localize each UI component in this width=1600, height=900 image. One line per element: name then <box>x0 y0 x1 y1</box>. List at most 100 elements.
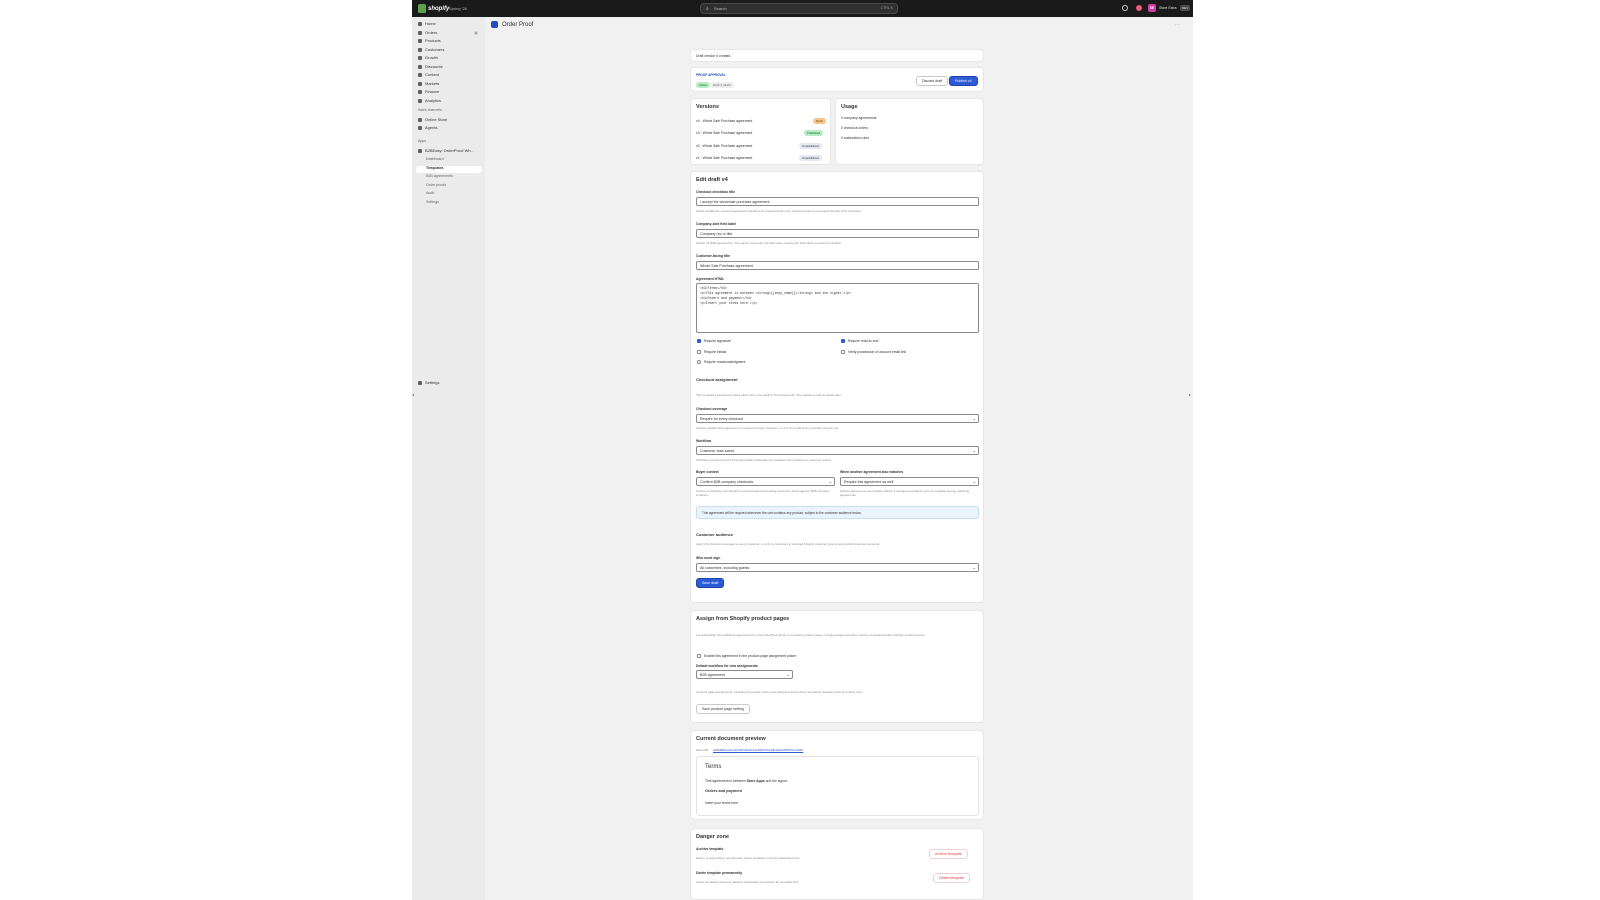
usage-line: 0 automation rules <box>841 136 869 140</box>
workflow-select[interactable]: Customer auto-saved ⌄ <box>696 446 979 455</box>
chevron-down-icon: ⌄ <box>972 479 976 484</box>
version-status-badge: Published <box>804 130 824 136</box>
version-row-v4[interactable]: v4 · Whole Sale Purchase agreement <box>696 119 752 123</box>
enable-picker-checkbox[interactable] <box>697 654 701 658</box>
search-shortcut: CTRL K <box>880 6 893 10</box>
brand-name: shopify <box>428 5 450 12</box>
sidebar-item-customers[interactable]: Customers <box>418 47 444 52</box>
app-subitem-audit[interactable]: Audit <box>426 191 434 195</box>
sales-channels-label[interactable]: Sales channels <box>418 108 442 112</box>
status-badge: Active <box>696 82 711 88</box>
sidebar-item-label: B2BEasy: OrderProof Wh... <box>425 148 474 153</box>
require-read-to-end-checkbox[interactable] <box>841 339 845 343</box>
sidebar-item-orders[interactable]: Orders 3 <box>418 30 478 35</box>
customer-title-input[interactable]: Whole Sale Purchase agreement <box>696 261 979 270</box>
notification-bell-icon[interactable] <box>1136 5 1142 11</box>
default-workflow-select[interactable]: B2B agreement ⌄ <box>696 670 793 679</box>
sidebar-item-agents[interactable]: Agents <box>418 125 437 130</box>
who-must-sign-select[interactable]: All customers, including guests ⌄ <box>696 563 979 572</box>
buyer-context-value: Confirm B2B company checkouts <box>700 480 754 484</box>
delete-template-button[interactable]: Delete template <box>933 873 971 883</box>
save-draft-button[interactable]: Save draft <box>696 578 725 588</box>
other-agreement-select[interactable]: Require this agreement as well ⌄ <box>840 477 979 486</box>
app-subitem-order-proofs[interactable]: Order proofs <box>426 183 446 187</box>
buyer-context-select[interactable]: Confirm B2B company checkouts ⌄ <box>696 477 835 486</box>
app-subitem-templates[interactable]: Templates <box>426 166 444 170</box>
save-product-page-setting-button[interactable]: Save product page setting <box>696 704 750 714</box>
search-input[interactable]: ⌕ Search CTRL K <box>700 3 898 14</box>
company-field-help: Shown for B2B agreements. The signer mus… <box>696 241 842 245</box>
chevron-down-icon: ⌄ <box>828 479 832 484</box>
delete-label: Delete template permanently <box>696 871 743 875</box>
sidebar-item-app[interactable]: B2BEasy: OrderProof Wh... <box>418 148 474 153</box>
user-name[interactable]: Store Extra <box>1159 6 1177 10</box>
hash-label: SHA-256: <box>696 748 710 752</box>
reacknowledgment-radio[interactable] <box>697 360 701 364</box>
coverage-label: Checkout coverage <box>696 407 728 411</box>
sidebar-item-discounts[interactable]: Discounts <box>418 64 443 69</box>
resize-handle-right[interactable]: ▸ <box>1189 392 1191 397</box>
version-row-v2[interactable]: v2 · Whole Sale Purchase agreement <box>696 144 752 148</box>
verify-email-checkbox[interactable] <box>841 350 845 354</box>
reacknowledgment-label: Require reacknowledgment <box>704 360 746 364</box>
apps-label[interactable]: Apps <box>418 139 426 143</box>
archive-template-button[interactable]: Archive template <box>929 849 968 859</box>
checkout-title-label: Checkout checkbox title <box>696 190 736 194</box>
version-status-badge: Draft <box>813 118 826 124</box>
checkout-title-input[interactable]: I accept the wholesale purchase agreemen… <box>696 197 979 206</box>
version-row-v3[interactable]: v3 · Whole Sale Purchase agreement <box>696 131 752 135</box>
success-banner: Draft version 4 created. <box>690 49 984 62</box>
sidebar-item-label: Orders <box>425 30 438 35</box>
agreement-html-textarea[interactable]: <h3>Terms</h3> <p>This agreement is betw… <box>696 283 979 333</box>
require-signature-checkbox[interactable] <box>697 339 701 343</box>
resize-handle-left[interactable]: ◂ <box>412 392 414 397</box>
sidebar-item-analytics[interactable]: Analytics <box>418 98 441 103</box>
info-banner: This agreement will be required whenever… <box>696 506 979 519</box>
hash-link[interactable]: 2a8fa8f0beefe1a01a5f329d2ce4e59f60c1b9db… <box>713 748 803 752</box>
discard-draft-button[interactable]: Discard draft <box>916 76 949 86</box>
bank-icon <box>418 89 422 94</box>
more-actions-icon[interactable]: ··· <box>1175 22 1180 28</box>
workflow-help: Workflow controls how the Proof and Audi… <box>696 458 832 462</box>
company-field-label: Company-side field label <box>696 222 736 226</box>
shopify-logo[interactable]: shopify <box>418 4 449 13</box>
preview-title: Current document preview <box>696 736 766 742</box>
doc-paragraph-2: Insert your terms here. <box>705 801 740 805</box>
sidebar-item-products[interactable]: Products <box>418 38 441 43</box>
doc-subheading: Orders and payment <box>705 789 742 793</box>
require-initials-checkbox[interactable] <box>697 350 701 354</box>
sidebar-item-online-store[interactable]: Online Store <box>418 117 447 122</box>
doc-paragraph-1: This agreement is between Store Apps and… <box>705 779 788 783</box>
sidebar-item-finance[interactable]: Finance <box>418 89 439 94</box>
assign-title: Assign from Shopify product pages <box>696 616 790 622</box>
gear-icon <box>418 380 422 385</box>
doc-title: Terms <box>705 764 722 770</box>
who-must-sign-label: Who must sign <box>696 556 721 560</box>
version-row-v1[interactable]: v1 · Whole Sale Purchase agreement <box>696 156 752 160</box>
chart-icon <box>418 98 422 103</box>
sidebar-item-home[interactable]: Home <box>418 21 436 26</box>
sidebar-item-growth[interactable]: Growth <box>418 55 438 60</box>
sidebar-item-markets[interactable]: Markets <box>418 81 439 86</box>
edit-draft-card: Edit draft v4 Checkout checkbox title I … <box>690 171 984 603</box>
store-name[interactable]: Spring '26 <box>449 6 467 11</box>
publish-button[interactable]: Publish v4 <box>949 76 978 86</box>
sidebar-item-label: Home <box>425 21 436 26</box>
avatar[interactable]: SE <box>1148 4 1156 12</box>
help-icon[interactable] <box>1122 5 1128 11</box>
other-agreement-value: Require this agreement as well <box>844 480 894 484</box>
doc-text: This agreement is between <box>705 779 746 783</box>
tag-icon <box>418 38 422 43</box>
proof-heading: PROOF APPROVAL <box>696 73 726 77</box>
sidebar-item-content[interactable]: Content <box>418 72 439 77</box>
coverage-select[interactable]: Require for every checkout ⌄ <box>696 414 979 423</box>
search-placeholder: Search <box>714 6 727 11</box>
app-subitem-settings[interactable]: Settings <box>426 200 439 204</box>
sidebar-item-settings[interactable]: Settings <box>418 380 439 385</box>
app-subitem-b2b-agreements[interactable]: B2B agreements <box>426 174 453 178</box>
shopify-bag-icon <box>418 4 426 13</box>
app-subitem-dashboard[interactable]: Dashboard <box>426 157 444 161</box>
require-read-to-end-label: Require read-to-end <box>848 339 879 343</box>
company-field-input[interactable]: Company rep or title <box>696 229 979 238</box>
version-status-badge: Unpublished <box>799 155 822 161</box>
